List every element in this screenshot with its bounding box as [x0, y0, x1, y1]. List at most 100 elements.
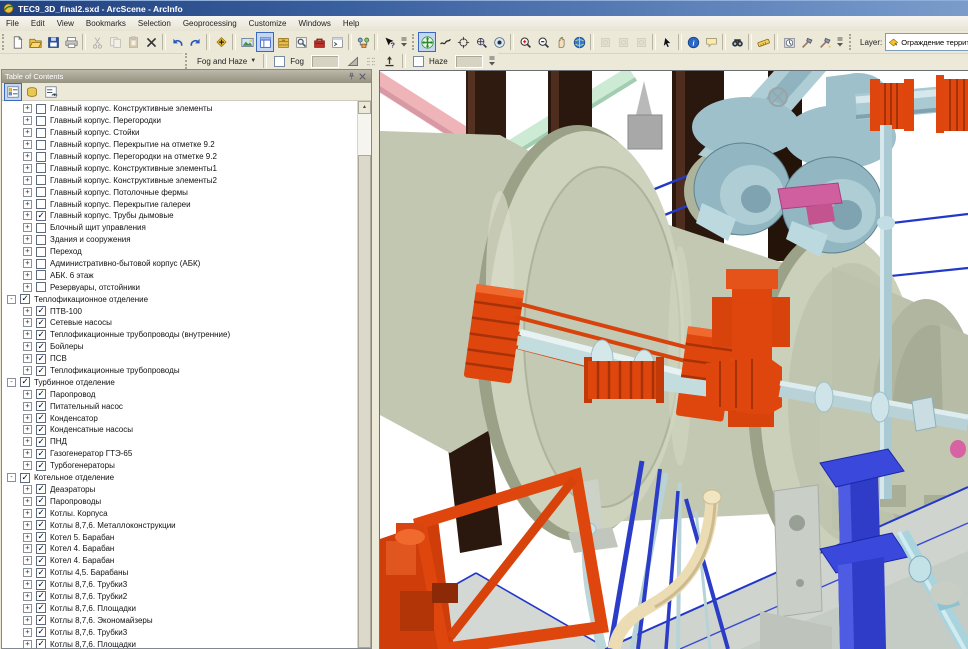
toc-tree-row[interactable]: + ✓ Главный корпус. Трубы дымовые [2, 210, 357, 222]
layer-name-label[interactable]: Котельное отделение [34, 473, 114, 482]
layer-name-label[interactable]: Питательный насос [50, 402, 123, 411]
layer-visibility-checkbox[interactable]: ✓ [36, 556, 46, 566]
toolbar-button[interactable] [162, 34, 166, 50]
undo-button[interactable] [168, 32, 186, 52]
layer-visibility-checkbox[interactable]: ✓ [36, 330, 46, 340]
3d-scene-viewport[interactable] [379, 70, 968, 649]
layer-name-label[interactable]: Котлы. Корпуса [50, 509, 108, 518]
layer-name-label[interactable]: Котел 5. Барабан [50, 533, 114, 542]
layer-name-label[interactable]: Бойлеры [50, 342, 83, 351]
toc-tree-row[interactable]: - ✓ Котельное отделение [2, 472, 357, 484]
layer-visibility-checkbox[interactable]: ✓ [36, 318, 46, 328]
expand-toggle-icon[interactable]: + [23, 283, 32, 292]
layer-name-label[interactable]: Главный корпус. Конструктивные элементы [50, 104, 212, 113]
layer-name-label[interactable]: Главный корпус. Перегородки [50, 116, 161, 125]
set-observer-button[interactable] [490, 32, 508, 52]
layer-visibility-checkbox[interactable]: ✓ [36, 544, 46, 554]
layer-name-label[interactable]: Котлы 4,5. Барабаны [50, 568, 128, 577]
layer-name-label[interactable]: Главный корпус. Конструктивные элементы1 [50, 164, 217, 173]
layer-visibility-checkbox[interactable] [36, 163, 46, 173]
menu-item[interactable]: View [51, 18, 80, 29]
expand-toggle-icon[interactable]: + [23, 176, 32, 185]
haze-color-swatch[interactable] [455, 55, 483, 68]
layer-name-label[interactable]: Сетевые насосы [50, 318, 112, 327]
standard-overflow-button[interactable] [398, 32, 409, 52]
table-of-contents-window-button[interactable] [256, 32, 274, 52]
layer-visibility-checkbox[interactable]: ✓ [36, 366, 46, 376]
layer-name-label[interactable]: Административно-бытовой корпус (АБК) [50, 259, 200, 268]
toc-tree-row[interactable]: + Главный корпус. Стойки [2, 127, 357, 139]
layer-name-label[interactable]: Котлы 8,7,6. Металлоконструкции [50, 521, 176, 530]
layer-name-label[interactable]: Паропровод [50, 390, 95, 399]
toolbar-button[interactable] [722, 34, 726, 50]
toc-tree-row[interactable]: + Главный корпус. Конструктивные элемент… [2, 103, 357, 115]
layer-name-label[interactable]: ПСВ [50, 354, 67, 363]
expand-toggle-icon[interactable]: + [23, 461, 32, 470]
toolbar-button[interactable] [652, 34, 656, 50]
fly-button[interactable] [436, 32, 454, 52]
layer-name-label[interactable]: ПНД [50, 437, 67, 446]
layer-name-label[interactable]: Котлы 8,7,6. Экономайзеры [50, 616, 153, 625]
modelbuilder-button[interactable] [354, 32, 372, 52]
toc-tree-row[interactable]: + ✓ Сетевые насосы [2, 317, 357, 329]
expand-toggle-icon[interactable]: + [23, 200, 32, 209]
layer-visibility-checkbox[interactable]: ✓ [36, 568, 46, 578]
layer-visibility-checkbox[interactable]: ✓ [20, 473, 30, 483]
layer-name-label[interactable]: Главный корпус. Перекрытие галереи [50, 200, 191, 209]
zoom-out-button[interactable] [534, 32, 552, 52]
layer-visibility-checkbox[interactable] [36, 140, 46, 150]
list-by-source-button[interactable] [23, 83, 41, 101]
expand-toggle-icon[interactable]: + [23, 104, 32, 113]
toc-tree-row[interactable]: + ✓ Котлы 8,7,6. Экономайзеры [2, 614, 357, 626]
expand-toggle-icon[interactable]: + [23, 628, 32, 637]
expand-toggle-icon[interactable]: + [23, 259, 32, 268]
find-button[interactable] [728, 32, 746, 52]
layer-visibility-checkbox[interactable]: ✓ [36, 496, 46, 506]
toc-tree-row[interactable]: + ✓ Котлы 8,7,6. Трубки3 [2, 579, 357, 591]
pan-button[interactable] [552, 32, 570, 52]
fixed-zoom-out-button[interactable] [614, 32, 632, 52]
layer-visibility-checkbox[interactable] [36, 223, 46, 233]
toc-tree-row[interactable]: + ✓ ПТВ-100 [2, 305, 357, 317]
layer-visibility-checkbox[interactable]: ✓ [36, 425, 46, 435]
toc-tree-row[interactable]: + Главный корпус. Перекрытие галереи [2, 198, 357, 210]
layer-visibility-checkbox[interactable]: ✓ [36, 461, 46, 471]
copy-button[interactable] [106, 32, 124, 52]
previous-extent-button[interactable] [632, 32, 650, 52]
expand-toggle-icon[interactable]: + [23, 318, 32, 327]
toolbar-button[interactable] [774, 34, 778, 50]
html-popup-button[interactable] [702, 32, 720, 52]
layer-name-label[interactable]: Конденсатные насосы [50, 425, 133, 434]
toolbar-drag-handle[interactable] [2, 34, 4, 50]
paste-button[interactable] [124, 32, 142, 52]
layer-visibility-checkbox[interactable]: ✓ [20, 377, 30, 387]
expand-toggle-icon[interactable]: + [23, 544, 32, 553]
menu-item[interactable]: Geoprocessing [177, 18, 243, 29]
layer-visibility-checkbox[interactable]: ✓ [36, 580, 46, 590]
layer-visibility-checkbox[interactable] [36, 247, 46, 257]
navigate-button[interactable] [418, 32, 436, 52]
expand-toggle-icon[interactable]: + [23, 533, 32, 542]
expand-toggle-icon[interactable]: + [23, 307, 32, 316]
expand-toggle-icon[interactable]: + [23, 414, 32, 423]
layer-name-label[interactable]: Котлы 8,7,6. Площадки [50, 604, 136, 613]
measure-button[interactable] [754, 32, 772, 52]
toolbar-button[interactable] [678, 34, 682, 50]
tools-overflow-button[interactable] [834, 32, 845, 52]
layer-name-label[interactable]: Блочный щит управления [50, 223, 146, 232]
layer-visibility-checkbox[interactable]: ✓ [36, 603, 46, 613]
3d-effects-button[interactable] [816, 32, 834, 52]
expand-toggle-icon[interactable]: + [23, 116, 32, 125]
layer-name-label[interactable]: Главный корпус. Перекрытие на отметке 9.… [50, 140, 215, 149]
toc-tree-row[interactable]: + ✓ Паропровод [2, 388, 357, 400]
toc-tree-row[interactable]: + Здания и сооружения [2, 234, 357, 246]
animation-controls-button[interactable] [780, 32, 798, 52]
toc-tree-row[interactable]: + ✓ Деаэраторы [2, 484, 357, 496]
toc-tree-row[interactable]: + АБК. 6 этаж [2, 269, 357, 281]
layer-visibility-checkbox[interactable]: ✓ [36, 306, 46, 316]
save-button[interactable] [44, 32, 62, 52]
toc-tree-row[interactable]: + ✓ Конденсатные насосы [2, 424, 357, 436]
fog-haze-menu-button[interactable]: Fog and Haze ▼ [193, 56, 260, 67]
layer-name-label[interactable]: Котлы 8,7,6. Трубки3 [50, 628, 127, 637]
layer-name-label[interactable]: Котлы 8,7,6. Площадки [50, 640, 136, 648]
